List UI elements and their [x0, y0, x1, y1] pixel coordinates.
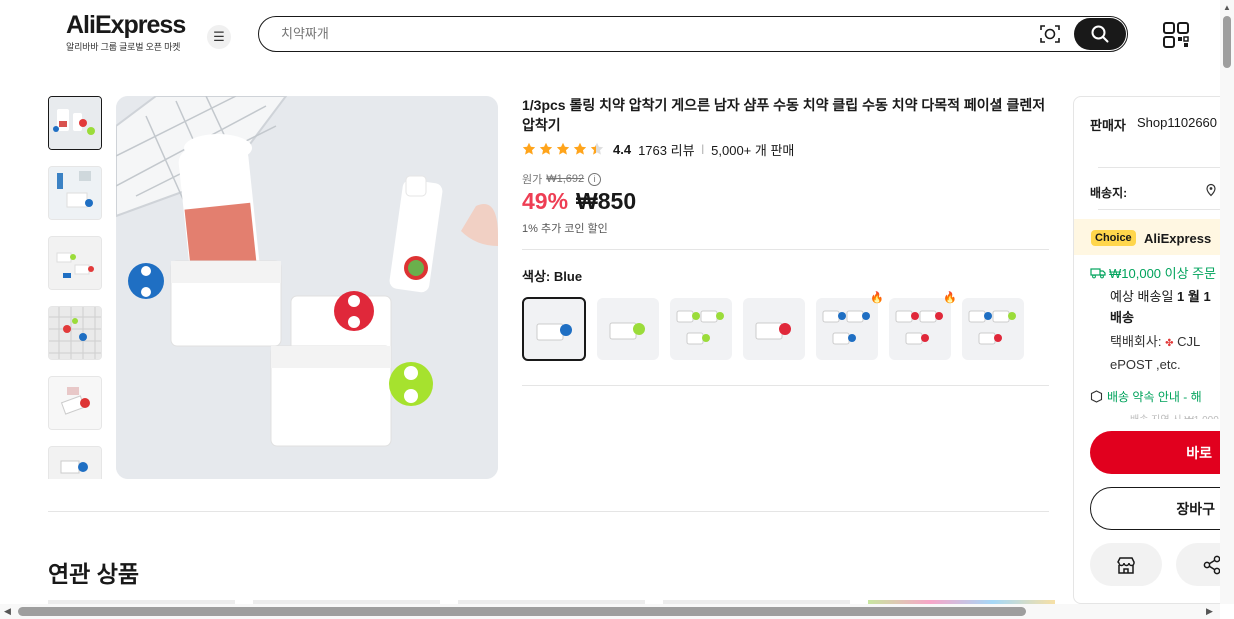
scroll-left-arrow-icon[interactable]: ◀ — [4, 606, 11, 617]
shield-icon — [1090, 390, 1103, 403]
scroll-right-arrow-icon[interactable]: ▶ — [1206, 606, 1213, 617]
share-icon — [1203, 555, 1221, 574]
carrier-logo-icon: ✤ — [1165, 338, 1174, 349]
sale-price: ₩850 — [576, 188, 637, 214]
divider — [1098, 167, 1234, 168]
star-icon — [539, 142, 553, 155]
carrier-info: 택배회사: ✤ CJL ePOST ,etc. — [1110, 331, 1200, 375]
free-shipping-row: ₩10,000 이상 주문 — [1090, 263, 1216, 282]
color-swatch[interactable] — [522, 297, 586, 361]
ship-to-label: 배송지: — [1090, 186, 1128, 200]
location-pin-icon[interactable] — [1204, 183, 1218, 197]
logo-tagline: 알리바바 그룹 글로벌 오픈 마켓 — [66, 42, 181, 52]
search-bar — [258, 16, 1128, 52]
choice-banner[interactable]: Choice AliExpress — [1074, 219, 1234, 255]
store-button[interactable] — [1090, 543, 1162, 586]
thumbnail-4[interactable] — [48, 306, 102, 360]
truck-icon — [1090, 267, 1106, 278]
color-swatch[interactable] — [670, 298, 732, 360]
carrier-value: CJL — [1177, 334, 1201, 349]
hot-fire-icon: 🔥 — [943, 292, 957, 304]
product-title: 1/3pcs 롤링 치약 압착기 게으른 남자 샴푸 수동 치약 클립 수동 치… — [522, 97, 1046, 133]
divider — [522, 249, 1049, 250]
scroll-up-arrow-icon[interactable]: ▲ — [1223, 3, 1231, 12]
star-icon — [590, 142, 604, 155]
color-swatch-list: 🔥 🔥 — [522, 292, 1024, 361]
color-swatch[interactable] — [597, 298, 659, 360]
thumbnail-1[interactable] — [48, 96, 102, 150]
review-count[interactable]: 1763 리뷰 — [638, 140, 694, 159]
divider — [1098, 209, 1234, 210]
carrier-label: 택배회사: — [1110, 334, 1162, 349]
thumbnail-list — [48, 96, 102, 479]
add-to-cart-button[interactable]: 장바구 — [1090, 487, 1234, 530]
search-icon — [1091, 25, 1109, 43]
horizontal-scrollbar[interactable]: ◀ ▶ — [0, 604, 1220, 619]
choice-text: AliExpress — [1144, 231, 1212, 246]
divider — [522, 385, 1049, 386]
store-icon — [1117, 556, 1135, 574]
free-shipping-text: ₩10,000 이상 주문 — [1109, 266, 1217, 281]
rating-row: 4.4 1763 리뷰 | 5,000+ 개 판매 — [522, 140, 794, 158]
color-swatch[interactable] — [743, 298, 805, 360]
star-rating[interactable] — [522, 142, 604, 156]
sold-count: 5,000+ 개 판매 — [711, 142, 795, 158]
thumbnail-3[interactable] — [48, 236, 102, 290]
aliexpress-logo[interactable]: AliExpress 알리바바 그룹 글로벌 오픈 마켓 — [66, 11, 186, 53]
thumbnail-6[interactable] — [48, 446, 102, 479]
qr-code-icon[interactable] — [1163, 22, 1189, 48]
seller-name[interactable]: Shop1102660 — [1137, 115, 1217, 130]
vertical-scroll-thumb[interactable] — [1223, 16, 1231, 68]
eta-suffix: 배송 — [1110, 310, 1134, 325]
image-search-icon[interactable] — [1039, 23, 1061, 45]
search-input[interactable] — [281, 17, 981, 50]
buy-now-button[interactable]: 바로 — [1090, 431, 1234, 474]
search-button[interactable] — [1074, 18, 1126, 50]
product-main-image[interactable] — [116, 96, 498, 479]
hot-fire-icon: 🔥 — [870, 292, 884, 304]
original-price: ₩1,692 — [546, 173, 585, 185]
color-label: 색상: — [522, 269, 551, 284]
purchase-panel: 판매자 Shop1102660 배송지: Choice AliExpress ₩… — [1073, 96, 1234, 604]
divider — [48, 511, 1049, 512]
menu-icon[interactable]: ☰ — [207, 25, 231, 49]
original-price-row: 원가 ₩1,692 i — [522, 171, 602, 187]
faded-text: 배송 지연 시 ₩1,000 — [1130, 411, 1219, 419]
discount-percent: 49% — [522, 188, 569, 214]
star-icon — [573, 142, 587, 155]
color-swatch[interactable]: 🔥 — [816, 292, 884, 360]
delivery-promise-text: 배송 약속 안내 - 해 — [1107, 390, 1202, 404]
thumbnail-5[interactable] — [48, 376, 102, 430]
eta-value: 1 월 1 — [1177, 289, 1211, 304]
color-swatch[interactable]: 🔥 — [889, 292, 957, 360]
original-price-label: 원가 — [522, 174, 543, 186]
horizontal-scroll-thumb[interactable] — [18, 607, 1026, 616]
delivery-estimate: 예상 배송일 1 월 1 배송 — [1110, 286, 1211, 328]
delivery-promise[interactable]: 배송 약속 안내 - 해 — [1090, 388, 1202, 405]
color-swatch[interactable] — [962, 298, 1024, 360]
carrier-value-2: ePOST ,etc. — [1110, 357, 1181, 372]
star-icon — [556, 142, 570, 155]
choice-badge: Choice — [1091, 230, 1136, 246]
info-icon[interactable]: i — [588, 172, 602, 186]
logo-text: AliExpress — [66, 11, 186, 39]
coin-discount: 1% 추가 코인 할인 — [522, 223, 608, 235]
related-products-heading: 연관 상품 — [48, 561, 140, 587]
color-label-row: 색상: Blue — [522, 266, 582, 285]
seller-label: 판매자 — [1090, 118, 1126, 133]
price-row: 49% ₩850 — [522, 188, 636, 215]
color-value: Blue — [553, 269, 583, 284]
eta-label: 예상 배송일 — [1110, 289, 1174, 304]
separator: | — [701, 143, 705, 155]
rating-value: 4.4 — [613, 141, 632, 157]
star-icon — [522, 142, 536, 155]
thumbnail-2[interactable] — [48, 166, 102, 220]
vertical-scrollbar[interactable]: ▲ — [1220, 0, 1234, 604]
